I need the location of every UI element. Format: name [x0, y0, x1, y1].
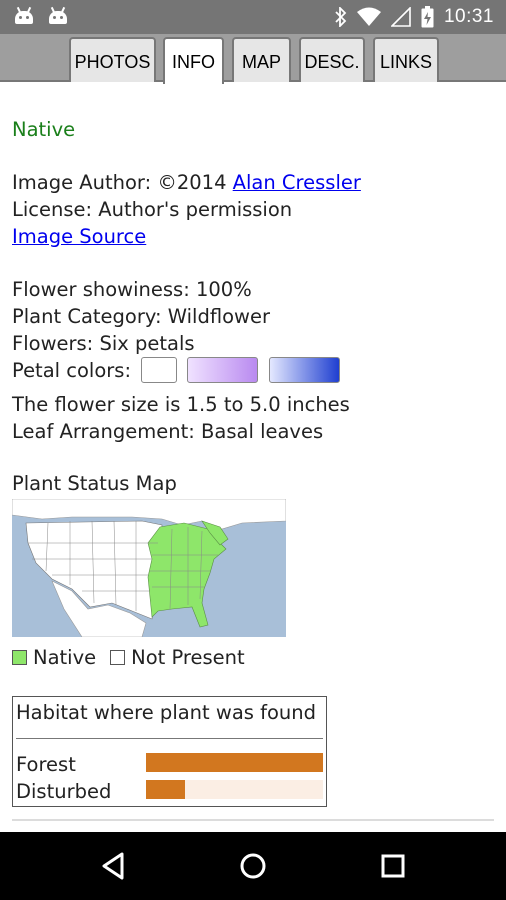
- habitat-bar-forest-fill: [146, 753, 323, 772]
- image-source-line: Image Source: [12, 223, 146, 250]
- leaf-arrangement: Leaf Arrangement: Basal leaves: [12, 420, 324, 443]
- tab-photos[interactable]: PHOTOS: [69, 37, 156, 82]
- petal-swatch-blue: [268, 356, 340, 383]
- tab-bar: PHOTOS INFO MAP DESC. LINKS: [0, 34, 506, 84]
- image-source-link[interactable]: Image Source: [12, 225, 146, 248]
- legend-not-present-label: Not Present: [131, 646, 245, 669]
- petal-swatch-purple: [187, 356, 259, 383]
- habitat-bar-disturbed: [146, 780, 323, 799]
- image-author-label: Image Author: ©2014: [12, 171, 233, 194]
- android-icon: [14, 6, 34, 25]
- native-status: Native: [12, 118, 76, 141]
- petal-colors-label: Petal colors:: [12, 359, 132, 382]
- us-map-image: [12, 499, 286, 637]
- tab-info[interactable]: INFO: [163, 37, 224, 84]
- habitat-bar-disturbed-fill: [146, 780, 185, 799]
- tab-map[interactable]: MAP: [232, 37, 291, 82]
- map-legend: Native Not Present: [12, 644, 245, 671]
- home-icon[interactable]: [231, 846, 275, 886]
- image-author-line: Image Author: ©2014 Alan Cressler: [12, 169, 361, 196]
- petal-swatch-white: [141, 356, 178, 383]
- license-line: License: Author's permission: [12, 198, 293, 221]
- author-link[interactable]: Alan Cressler: [233, 171, 361, 194]
- android-icon: [48, 6, 68, 25]
- flower-showiness: Flower showiness: 100%: [12, 278, 252, 301]
- plant-category: Plant Category: Wildflower: [12, 305, 270, 328]
- flower-size: The flower size is 1.5 to 5.0 inches: [12, 393, 350, 416]
- habitat-bar-forest: [146, 753, 323, 772]
- status-time: 10:31: [443, 6, 494, 27]
- petal-colors-line: Petal colors:: [12, 356, 340, 385]
- status-bar: 10:31: [0, 0, 506, 34]
- habitat-divider: [16, 738, 323, 739]
- tab-desc[interactable]: DESC.: [299, 37, 365, 82]
- recents-icon[interactable]: [371, 846, 415, 886]
- habitat-title: Habitat where plant was found: [16, 701, 317, 724]
- habitat-panel: Habitat where plant was found Forest Dis…: [12, 696, 327, 807]
- signal-icon: [390, 7, 411, 27]
- back-icon[interactable]: [92, 846, 136, 886]
- battery-icon: [421, 6, 434, 28]
- status-map-title: Plant Status Map: [12, 472, 177, 495]
- legend-native-swatch: [12, 650, 27, 665]
- content-separator: [12, 819, 494, 821]
- flowers-info: Flowers: Six petals: [12, 332, 195, 355]
- plant-status-map: [12, 499, 286, 637]
- legend-native-label: Native: [33, 646, 97, 669]
- habitat-row-disturbed-label: Disturbed: [16, 780, 112, 803]
- legend-not-present-swatch: [110, 650, 126, 665]
- bluetooth-icon: [335, 7, 347, 27]
- navigation-bar: [0, 832, 506, 900]
- tab-links[interactable]: LINKS: [373, 37, 439, 82]
- habitat-row-forest-label: Forest: [16, 753, 76, 776]
- wifi-icon: [356, 7, 381, 27]
